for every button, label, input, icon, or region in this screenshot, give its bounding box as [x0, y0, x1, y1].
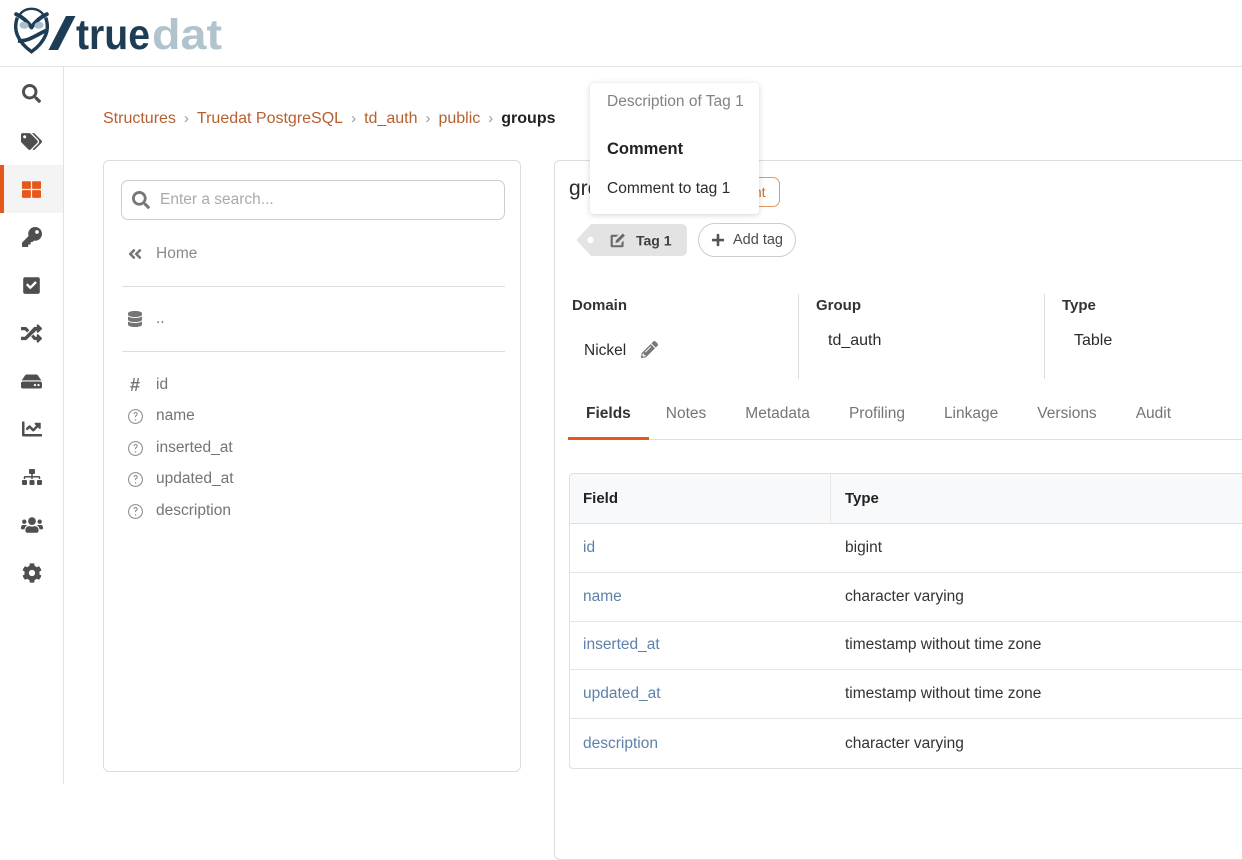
svg-text:dat: dat	[152, 11, 222, 59]
svg-text:Tag 1: Tag 1	[636, 233, 672, 249]
svg-text:true: true	[76, 11, 150, 59]
